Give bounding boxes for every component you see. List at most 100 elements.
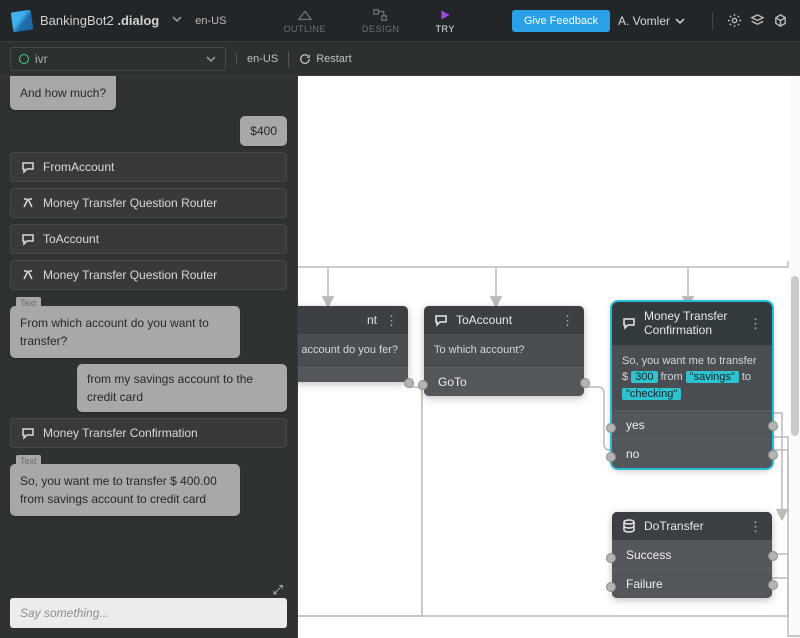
node-row[interactable] — [298, 367, 408, 382]
restart-button[interactable]: Restart — [299, 53, 351, 65]
mode-design[interactable]: DESIGN — [356, 6, 406, 36]
speech-icon — [21, 232, 35, 246]
port-in[interactable] — [606, 553, 616, 563]
node-body: account do you fer? — [298, 334, 408, 367]
bot-message: Text From which account do you want to t… — [10, 306, 240, 358]
scrollbar-thumb[interactable] — [791, 276, 799, 436]
canvas-scrollbar[interactable] — [790, 76, 800, 638]
gear-icon[interactable] — [727, 13, 742, 28]
node-title: ToAccount — [456, 313, 553, 327]
node-body-text: from — [658, 371, 686, 383]
chevron-down-icon — [171, 14, 183, 24]
node-body-text: To which account? — [434, 344, 525, 356]
trace-label: Money Transfer Question Router — [43, 268, 217, 282]
chevron-down-icon — [674, 16, 686, 26]
node-row-no[interactable]: no — [612, 439, 772, 468]
locale-label: en-US — [195, 15, 226, 27]
port-in[interactable] — [606, 582, 616, 592]
trace-item[interactable]: Money Transfer Question Router — [10, 188, 287, 218]
token-from: "savings" — [686, 371, 739, 383]
expand-icon[interactable]: ⤢ — [273, 582, 283, 598]
feedback-button[interactable]: Give Feedback — [512, 10, 610, 32]
node-row-label: no — [626, 447, 639, 461]
trace-item[interactable]: ToAccount — [10, 224, 287, 254]
chevron-down-icon — [205, 54, 217, 64]
router-icon — [21, 268, 35, 282]
trace-item[interactable]: FromAccount — [10, 152, 287, 182]
channel-select[interactable]: ivr — [10, 47, 226, 71]
port-out[interactable] — [768, 551, 778, 561]
user-message: from my savings account to the credit ca… — [77, 364, 287, 412]
port-in[interactable] — [606, 452, 616, 462]
node-menu-icon[interactable]: ⋮ — [561, 314, 574, 327]
node-row-failure[interactable]: Failure — [612, 569, 772, 598]
project-title: BankingBot2 .dialog — [40, 13, 159, 28]
node-row-goto[interactable]: GoTo — [424, 367, 584, 396]
divider — [712, 12, 713, 30]
mode-design-label: DESIGN — [362, 24, 400, 34]
trace-item[interactable]: Money Transfer Confirmation — [10, 418, 287, 448]
refresh-icon — [299, 53, 311, 65]
user-name: A. Vomler — [618, 14, 670, 28]
user-message-text: $400 — [250, 124, 277, 138]
database-icon — [622, 519, 636, 533]
dialog-canvas[interactable]: nt ⋮ account do you fer? ToAccount ⋮ To … — [298, 76, 800, 638]
channel-name: ivr — [35, 52, 205, 66]
node-fromaccount-partial[interactable]: nt ⋮ account do you fer? — [298, 306, 408, 382]
trace-item[interactable]: Money Transfer Question Router — [10, 260, 287, 290]
bot-message: Text And how much? — [10, 76, 116, 110]
chat-scroll[interactable]: Text And how much? $400 FromAccount Mone… — [0, 76, 297, 588]
chat-input[interactable] — [10, 598, 287, 628]
try-locale: en-US — [236, 53, 278, 65]
app-logo — [11, 9, 34, 32]
divider — [288, 51, 289, 67]
trace-label: Money Transfer Confirmation — [43, 426, 198, 440]
node-body: To which account? — [424, 334, 584, 367]
speech-icon — [622, 316, 636, 330]
node-row-label: yes — [626, 418, 645, 432]
node-body: So, you want me to transfer $ 300 from "… — [612, 345, 772, 411]
port-out[interactable] — [404, 378, 414, 388]
port-in[interactable] — [606, 423, 616, 433]
port-out[interactable] — [580, 378, 590, 388]
port-in[interactable] — [418, 380, 428, 390]
user-message: $400 — [240, 116, 287, 146]
speech-icon — [21, 426, 35, 440]
node-menu-icon[interactable]: ⋮ — [749, 317, 762, 330]
project-dropdown[interactable] — [167, 14, 187, 27]
project-ext: .dialog — [117, 13, 159, 28]
node-title: nt — [298, 313, 377, 327]
trace-label: ToAccount — [43, 232, 99, 246]
node-menu-icon[interactable]: ⋮ — [749, 520, 762, 533]
chat-panel: Text And how much? $400 FromAccount Mone… — [0, 76, 298, 638]
mode-outline[interactable]: OUTLINE — [278, 6, 333, 36]
speech-icon — [21, 160, 35, 174]
node-row-label: GoTo — [438, 375, 467, 389]
restart-label: Restart — [316, 53, 351, 65]
token-amount: 300 — [631, 371, 657, 383]
mode-outline-label: OUTLINE — [284, 24, 327, 34]
layers-icon[interactable] — [750, 13, 765, 28]
trace-label: Money Transfer Question Router — [43, 196, 217, 210]
cube-icon[interactable] — [773, 13, 788, 28]
node-body-text: account do you fer? — [301, 344, 398, 356]
node-row-yes[interactable]: yes — [612, 410, 772, 439]
node-toaccount[interactable]: ToAccount ⋮ To which account? GoTo — [424, 306, 584, 396]
message-tag: Text — [16, 455, 41, 469]
node-row-label: Success — [626, 548, 671, 562]
user-menu[interactable]: A. Vomler — [618, 14, 686, 28]
bot-message-text: So, you want me to transfer $ 400.00 fro… — [20, 474, 217, 506]
mode-try[interactable]: TRY — [430, 6, 461, 36]
mode-try-label: TRY — [436, 24, 455, 34]
message-tag: Text — [16, 297, 41, 311]
speech-icon — [434, 313, 448, 327]
port-out[interactable] — [768, 580, 778, 590]
outline-icon — [297, 8, 313, 22]
message-tag: Text — [16, 76, 41, 81]
node-confirmation[interactable]: Money Transfer Confirmation ⋮ So, you wa… — [612, 302, 772, 468]
status-dot-icon — [19, 54, 29, 64]
node-row-success[interactable]: Success — [612, 540, 772, 569]
node-dotransfer[interactable]: DoTransfer ⋮ Success Failure — [612, 512, 772, 598]
node-menu-icon[interactable]: ⋮ — [385, 314, 398, 327]
bot-message-text: From which account do you want to transf… — [20, 316, 209, 348]
